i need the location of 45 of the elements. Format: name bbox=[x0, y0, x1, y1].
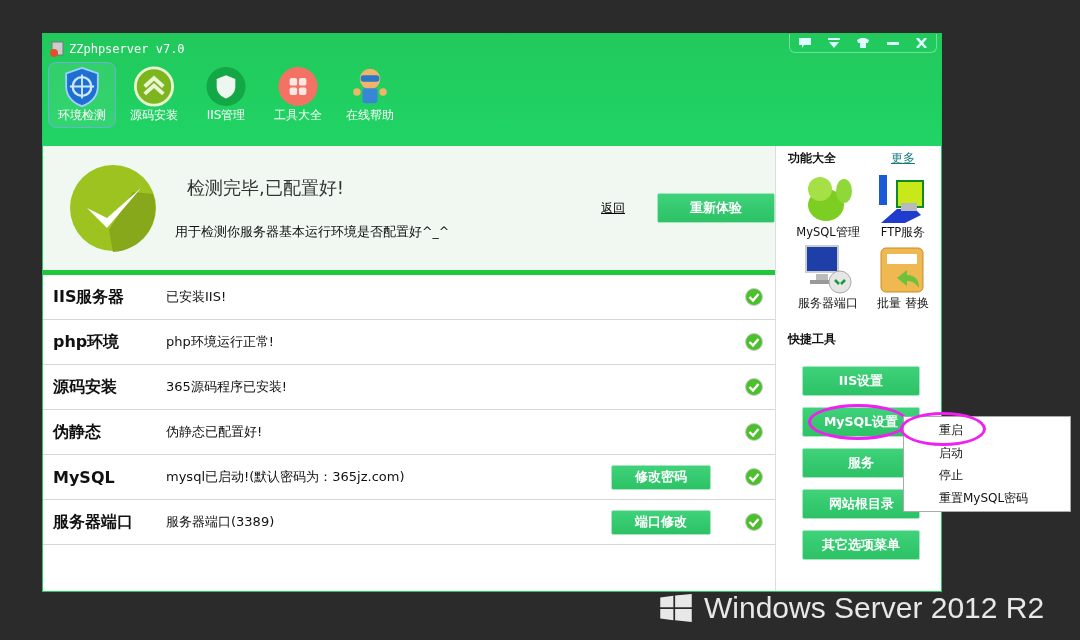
grid-icon bbox=[276, 66, 320, 107]
nav-tab[interactable]: 在线帮助 bbox=[336, 62, 404, 128]
upgrade-arrows-icon bbox=[132, 66, 176, 107]
dropdown-icon[interactable] bbox=[828, 38, 841, 48]
feature-shortcut[interactable]: FTP服务 bbox=[868, 173, 938, 240]
back-link[interactable]: 返回 bbox=[601, 199, 625, 217]
nav-tab[interactable]: 源码安装 bbox=[120, 62, 188, 128]
check-name: IIS服务器 bbox=[53, 286, 126, 308]
check-status: 服务器端口(3389) bbox=[166, 513, 276, 531]
feedback-icon[interactable] bbox=[798, 38, 811, 48]
app-logo-icon bbox=[49, 41, 65, 57]
check-name: MySQL bbox=[53, 467, 116, 487]
checkmark-badge-icon bbox=[69, 164, 157, 252]
section-title: 功能大全 bbox=[788, 150, 836, 167]
row-action-button[interactable]: 端口修改 bbox=[611, 509, 711, 535]
windows-logo-icon bbox=[660, 594, 692, 622]
nav-tab[interactable]: 工具大全 bbox=[264, 62, 332, 128]
section-title: 快捷工具 bbox=[788, 331, 837, 348]
check-name: 伪静态 bbox=[53, 421, 102, 443]
check-status: 已安装IIS! bbox=[166, 288, 228, 306]
row-action-button[interactable]: 修改密码 bbox=[611, 464, 711, 490]
feature-shortcut[interactable]: MySQL管理 bbox=[788, 173, 868, 240]
os-edition-text: Windows Server 2012 R2 bbox=[704, 593, 1045, 623]
check-status: mysql已启动!(默认密码为：365jz.com) bbox=[166, 468, 406, 486]
feature-shortcut[interactable]: 服务器端口 bbox=[788, 244, 868, 311]
shield-icon bbox=[62, 66, 102, 107]
check-status: 伪静态已配置好! bbox=[166, 423, 264, 441]
check-status: 365源码程序已安装! bbox=[166, 378, 289, 396]
tool-button[interactable]: IIS设置 bbox=[802, 366, 920, 396]
check-name: php环境 bbox=[53, 331, 121, 353]
retry-button[interactable]: 重新体验 bbox=[657, 193, 775, 223]
check-status: php环境运行正常! bbox=[166, 333, 275, 351]
window-title: ZZphpserver v7.0 bbox=[69, 42, 185, 58]
shield-icon bbox=[204, 66, 248, 107]
more-link[interactable]: 更多 bbox=[891, 150, 915, 167]
check-name: 源码安装 bbox=[53, 376, 118, 398]
shirt-icon[interactable] bbox=[857, 38, 870, 48]
tool-button[interactable]: 其它选项菜单 bbox=[802, 530, 920, 560]
nav-tab[interactable]: 环境检测 bbox=[48, 62, 116, 128]
result-title: 检测完毕,已配置好! bbox=[186, 175, 345, 200]
result-description: 用于检测你服务器基本运行环境是否配置好^_^ bbox=[175, 223, 451, 241]
check-name: 服务器端口 bbox=[53, 511, 134, 533]
feature-shortcut[interactable]: 批量 替换 bbox=[868, 244, 938, 311]
close-icon[interactable] bbox=[916, 38, 928, 48]
nav-tab[interactable]: IIS管理 bbox=[192, 62, 260, 128]
